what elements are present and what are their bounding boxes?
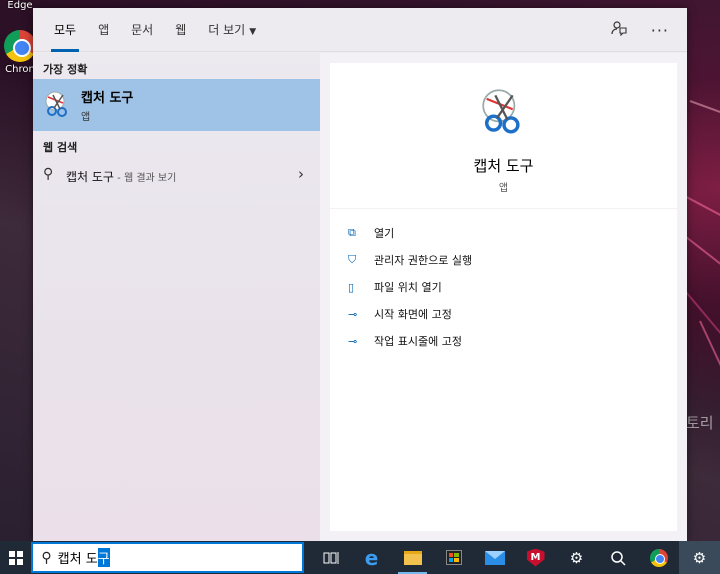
action-label: 열기 <box>374 227 395 240</box>
settings-icon[interactable]: ⚙ <box>556 541 597 574</box>
tab-more[interactable]: 더 보기 ▼ <box>197 8 267 52</box>
action-label: 관리자 권한으로 실행 <box>374 254 473 267</box>
taskbar: ⚲ 캡처 도구 e M ⚙ ⚙ <box>0 541 720 574</box>
mcafee-icon[interactable]: M <box>515 541 556 574</box>
section-title-web-search: 웹 검색 <box>43 141 78 154</box>
section-title-best-match: 가장 정확 <box>43 63 88 76</box>
pin-icon: ⊸ <box>348 307 358 321</box>
best-match-type: 앱 <box>81 112 91 123</box>
file-location-icon: ▯ <box>348 280 355 294</box>
app-name: 캡처 도구 <box>473 157 534 175</box>
action-label: 작업 표시줄에 고정 <box>374 335 462 348</box>
desktop-partial-text: 토리 <box>686 414 714 432</box>
best-match-name: 캡처 도구 <box>81 91 134 106</box>
search-icon: ⚲ <box>41 549 52 566</box>
web-search-query: 캡처 도구 <box>66 170 114 184</box>
app-detail-card: 캡처 도구 앱 <box>330 63 677 208</box>
windows-logo-icon <box>8 550 23 565</box>
gear-icon[interactable]: ⚙ <box>679 541 720 574</box>
app-actions: ⧉ 열기 ⛉ 관리자 권한으로 실행 ▯ 파일 위치 열기 ⊸ 시작 화면에 고… <box>330 209 677 531</box>
tab-all[interactable]: 모두 <box>43 8 87 52</box>
edge-icon[interactable]: e <box>351 541 392 574</box>
results-list: 가장 정확 캡처 도구 앱 웹 검색 ⚲ 캡처 도구 - 웹 결과 보기 › <box>33 53 320 541</box>
search-text: 캡처 도 <box>57 552 98 567</box>
best-match-result[interactable]: 캡처 도구 앱 <box>33 79 320 131</box>
action-pin-to-taskbar[interactable]: ⊸ 작업 표시줄에 고정 <box>348 331 462 351</box>
tab-label: 웹 <box>175 22 187 37</box>
tab-label: 모두 <box>54 22 77 37</box>
chevron-down-icon: ▼ <box>249 26 257 37</box>
file-explorer-icon[interactable] <box>392 541 433 574</box>
action-run-as-admin[interactable]: ⛉ 관리자 권한으로 실행 <box>348 250 472 270</box>
app-type: 앱 <box>498 183 509 194</box>
pin-icon: ⊸ <box>348 334 358 348</box>
tab-label: 문서 <box>131 22 154 37</box>
action-open[interactable]: ⧉ 열기 <box>348 223 394 243</box>
tab-label: 더 보기 <box>208 22 246 37</box>
web-search-suffix: - 웹 결과 보기 <box>113 173 177 184</box>
mail-icon[interactable] <box>474 541 515 574</box>
action-open-file-location[interactable]: ▯ 파일 위치 열기 <box>348 277 442 297</box>
feedback-hub-icon[interactable] <box>597 541 638 574</box>
chrome-icon[interactable] <box>638 541 679 574</box>
action-pin-to-start[interactable]: ⊸ 시작 화면에 고정 <box>348 304 452 324</box>
open-icon: ⧉ <box>348 226 356 239</box>
action-label: 파일 위치 열기 <box>374 281 442 294</box>
task-view-icon[interactable] <box>310 541 351 574</box>
feedback-icon[interactable] <box>611 20 627 40</box>
shield-icon: ⛉ <box>348 253 357 266</box>
snipping-tool-icon <box>478 85 530 137</box>
action-label: 시작 화면에 고정 <box>374 308 452 321</box>
tab-documents[interactable]: 문서 <box>120 8 164 52</box>
tab-web[interactable]: 웹 <box>164 8 197 52</box>
detail-pane: 캡처 도구 앱 ⧉ 열기 ⛉ 관리자 권한으로 실행 ▯ 파일 위치 열기 ⊸ … <box>320 53 687 541</box>
snipping-tool-icon <box>43 89 73 119</box>
tab-apps[interactable]: 앱 <box>87 8 120 52</box>
search-selected-text: 구 <box>97 548 110 567</box>
store-icon[interactable] <box>433 541 474 574</box>
search-tabs: 모두 앱 문서 웹 더 보기 ▼ ··· <box>33 8 687 52</box>
chrome-icon <box>4 30 36 62</box>
tab-label: 앱 <box>98 22 110 37</box>
more-options-icon[interactable]: ··· <box>651 21 669 40</box>
web-search-result[interactable]: ⚲ 캡처 도구 - 웹 결과 보기 › <box>33 161 320 189</box>
start-button[interactable] <box>0 541 31 574</box>
taskbar-search-input[interactable]: ⚲ 캡처 도구 <box>31 542 304 573</box>
search-icon: ⚲ <box>43 166 54 182</box>
chevron-right-icon[interactable]: › <box>298 165 304 183</box>
search-panel: 모두 앱 문서 웹 더 보기 ▼ ··· 가장 정확 캡처 도구 앱 웹 검색 … <box>33 8 687 541</box>
